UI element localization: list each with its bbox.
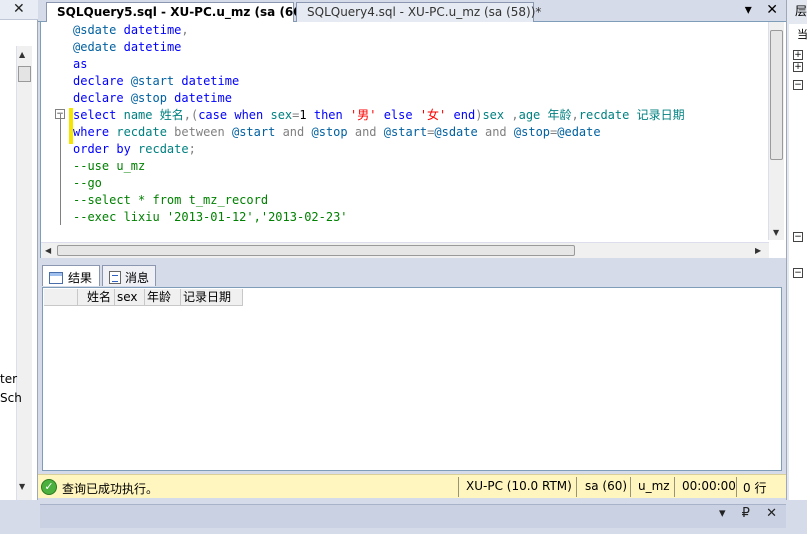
column-header[interactable]: 姓名 [78, 289, 115, 306]
editor-horizontal-scrollbar[interactable]: ◀ ▶ [41, 242, 769, 258]
code-line: declare @start datetime [73, 74, 240, 88]
scroll-right-icon[interactable]: ▶ [755, 246, 761, 255]
editor-margin [41, 22, 71, 242]
status-divider [736, 477, 737, 497]
code-area[interactable]: @sdate datetime, @edate datetime as decl… [73, 22, 773, 226]
code-line: --exec lixiu '2013-01-12','2013-02-23' [73, 210, 348, 224]
tree-item-text[interactable]: ter [0, 372, 17, 386]
status-message: 查询已成功执行。 [62, 482, 159, 496]
bottom-panel-header [40, 504, 786, 528]
properties-panel: 层 当 + + − − − [786, 0, 807, 500]
column-header[interactable]: 年龄 [145, 289, 181, 306]
scroll-down-icon[interactable]: ▼ [19, 482, 25, 491]
code-line: select name 姓名,(case when sex=1 then '男'… [73, 108, 685, 122]
message-icon [109, 271, 121, 284]
tab-messages[interactable]: 消息 [102, 265, 156, 286]
properties-body [789, 24, 807, 500]
status-divider [674, 477, 675, 497]
close-panel-icon[interactable]: ✕ [766, 506, 777, 521]
status-server: XU-PC (10.0 RTM) [466, 479, 572, 493]
editor-vscroll-thumb[interactable] [770, 30, 783, 160]
code-line: --go [73, 176, 102, 190]
code-line: @sdate datetime, [73, 23, 189, 37]
object-explorer-header: ✕ [0, 0, 38, 20]
status-time: 00:00:00 [682, 479, 736, 493]
query-status-bar: ✓ 查询已成功执行。 XU-PC (10.0 RTM) sa (60) u_mz… [38, 474, 786, 498]
results-tab-bar: 结果 消息 [40, 262, 786, 286]
code-line: --select * from t_mz_record [73, 193, 269, 207]
object-explorer-scroll-thumb[interactable] [18, 66, 31, 82]
collapse-icon[interactable]: − [793, 80, 803, 90]
tab-results[interactable]: 结果 [42, 265, 100, 286]
properties-tab[interactable]: 层 [795, 2, 807, 19]
scroll-left-icon[interactable]: ◀ [45, 246, 51, 255]
scroll-up-icon[interactable]: ▲ [19, 50, 25, 59]
properties-text: 当 [797, 28, 807, 41]
object-explorer-scrollbar[interactable]: ▲ ▼ [16, 46, 32, 500]
tab-sqlquery4[interactable]: SQLQuery4.sql - XU-PC.u_mz (sa (58))* [296, 2, 541, 22]
bottom-panel-controls: ▾ ₽ ✕ [707, 506, 777, 521]
tab-sqlquery5[interactable]: SQLQuery5.sql - XU-PC.u_mz (sa (60))* [46, 2, 319, 23]
grid-icon [49, 272, 63, 284]
code-line: order by recdate; [73, 142, 196, 156]
status-database: u_mz [638, 479, 670, 493]
row-header-corner [44, 289, 78, 306]
bottom-panel: ▾ ₽ ✕ [0, 500, 807, 534]
pin-icon[interactable]: ₽ [742, 506, 750, 521]
success-check-icon: ✓ [41, 479, 57, 495]
tab-results-label: 结果 [68, 271, 93, 285]
code-line: where recdate between @start and @stop a… [73, 125, 601, 139]
outline-line [60, 114, 61, 225]
code-line: as [73, 57, 88, 71]
tab-messages-label: 消息 [125, 271, 150, 285]
tab-controls: ▾ ✕ [735, 2, 778, 18]
results-grid[interactable]: 姓名 sex 年龄 记录日期 [42, 287, 782, 471]
collapse-icon[interactable]: − [793, 268, 803, 278]
document-tab-bar: SQLQuery5.sql - XU-PC.u_mz (sa (60))* SQ… [38, 0, 786, 23]
column-header[interactable]: 记录日期 [181, 289, 243, 306]
status-divider [576, 477, 577, 497]
code-line: --use u_mz [73, 159, 146, 173]
editor-hscroll-thumb[interactable] [57, 245, 575, 256]
close-document-icon[interactable]: ✕ [766, 2, 778, 18]
status-user: sa (60) [585, 479, 628, 493]
scroll-down-icon[interactable]: ▼ [773, 228, 779, 237]
expand-icon[interactable]: + [793, 62, 803, 72]
panel-dropdown-icon[interactable]: ▾ [719, 506, 726, 521]
column-header[interactable]: sex [115, 289, 145, 306]
expand-icon[interactable]: + [793, 50, 803, 60]
status-divider [630, 477, 631, 497]
status-rows: 0 行 [743, 481, 767, 495]
status-divider [458, 477, 459, 497]
object-explorer-close-icon[interactable]: ✕ [13, 1, 25, 17]
code-line: declare @stop datetime [73, 91, 232, 105]
sql-editor[interactable]: − @sdate datetime, @edate datetime as de… [40, 22, 786, 258]
editor-vertical-scrollbar[interactable]: ▼ [768, 22, 784, 240]
tree-item-text[interactable]: Sch [0, 391, 22, 405]
object-explorer-panel: ✕ ▲ ▼ ter Sch [0, 0, 38, 534]
tab-dropdown-icon[interactable]: ▾ [745, 2, 752, 18]
code-line: @edate datetime [73, 40, 182, 54]
collapse-icon[interactable]: − [793, 232, 803, 242]
